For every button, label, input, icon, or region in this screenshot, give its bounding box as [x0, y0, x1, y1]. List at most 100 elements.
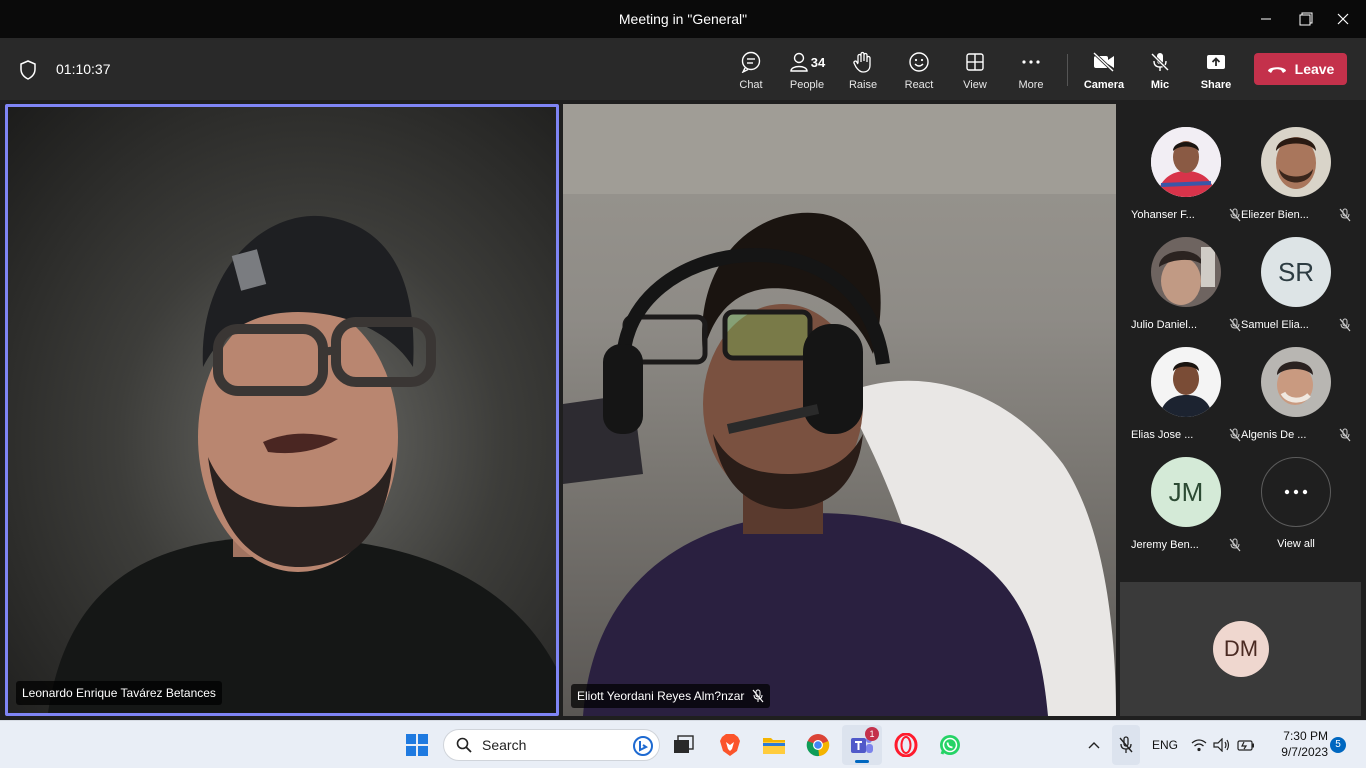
folder-icon	[763, 738, 785, 754]
self-view[interactable]: DM	[1120, 582, 1361, 716]
grid-view-icon	[966, 53, 984, 71]
people-count: 34	[810, 54, 826, 70]
restore-icon	[1299, 12, 1313, 26]
whatsapp-app[interactable]	[930, 725, 970, 765]
avatar-initials: SR	[1261, 237, 1331, 307]
mic-off-icon	[1229, 538, 1241, 552]
react-button[interactable]: React	[891, 50, 947, 94]
gallery-participant[interactable]: SR Samuel Elia...	[1241, 219, 1351, 332]
avatar-initials: JM	[1151, 457, 1221, 527]
mic-off-icon	[752, 689, 764, 703]
wifi-icon	[1191, 739, 1207, 752]
chat-icon	[741, 51, 761, 73]
avatar	[1151, 127, 1221, 197]
view-button[interactable]: View	[947, 50, 1003, 94]
taskbar-search[interactable]: Search	[443, 729, 660, 761]
tray-mic-button[interactable]	[1112, 725, 1140, 765]
search-icon	[456, 737, 472, 753]
gallery-participant[interactable]: Julio Daniel...	[1131, 219, 1241, 332]
file-explorer-app[interactable]	[754, 725, 794, 765]
hang-up-icon	[1267, 67, 1286, 73]
more-icon	[1022, 60, 1040, 64]
shield-icon[interactable]	[19, 60, 37, 85]
leave-label: Leave	[1294, 61, 1335, 77]
participant-nameplate: Leonardo Enrique Tavárez Betances	[16, 681, 222, 705]
whatsapp-icon	[940, 735, 960, 755]
quick-settings-button[interactable]	[1190, 725, 1256, 765]
view-all-button[interactable]: View all	[1241, 439, 1351, 550]
leave-button[interactable]: Leave	[1254, 53, 1347, 85]
meeting-timer: 01:10:37	[56, 61, 111, 77]
gallery-participant[interactable]: Eliezer Bien...	[1241, 109, 1351, 222]
windows-taskbar: Search 1 ENG 7:30 PM 9/7/2023 5	[0, 720, 1366, 768]
close-icon	[1337, 13, 1349, 25]
view-all-row: View all	[1241, 538, 1351, 550]
people-button[interactable]: 34 People	[779, 50, 835, 94]
raise-hand-icon	[853, 51, 871, 73]
smiley-icon	[909, 52, 929, 72]
title-bar: Meeting in "General"	[0, 0, 1366, 38]
camera-off-icon	[1092, 51, 1115, 73]
brave-browser-app[interactable]	[710, 725, 750, 765]
gallery-participant[interactable]: Yohanser F...	[1131, 109, 1241, 222]
gallery-participant[interactable]: Elias Jose ...	[1131, 329, 1241, 442]
notification-count-badge[interactable]: 5	[1330, 737, 1346, 753]
teams-app[interactable]: 1	[842, 725, 882, 765]
opera-icon	[894, 733, 918, 757]
active-indicator	[855, 760, 869, 763]
start-button[interactable]	[397, 725, 437, 765]
participant-nameplate: Eliott Yeordani Reyes Alm?nzar	[571, 684, 771, 708]
share-label: Share	[1200, 79, 1232, 91]
gallery-participant[interactable]: JM Jeremy Ben...	[1131, 439, 1241, 552]
search-placeholder: Search	[482, 737, 527, 753]
close-button[interactable]	[1320, 0, 1366, 38]
view-label: View	[963, 79, 987, 91]
more-button[interactable]: More	[1003, 50, 1059, 94]
participant-gallery: Yohanser F... Eliezer Bien... Julio Dani…	[1120, 104, 1366, 578]
raise-hand-button[interactable]: Raise	[835, 50, 891, 94]
chrome-app[interactable]	[798, 725, 838, 765]
more-icon	[1261, 457, 1331, 527]
participant-name: Jeremy Ben...	[1131, 539, 1199, 551]
self-avatar-initials: DM	[1213, 621, 1269, 677]
people-icon	[790, 52, 808, 72]
input-language[interactable]: ENG	[1152, 738, 1178, 752]
chat-button[interactable]: Chat	[723, 50, 779, 94]
windows-logo-icon	[406, 734, 428, 756]
opera-app[interactable]	[886, 725, 926, 765]
share-button[interactable]: Share	[1188, 50, 1244, 94]
share-screen-icon	[1207, 55, 1225, 69]
battery-icon	[1237, 740, 1254, 751]
view-all-label: View all	[1277, 538, 1315, 550]
mic-button[interactable]: Mic	[1132, 50, 1188, 94]
avatar	[1151, 347, 1221, 417]
avatar	[1261, 347, 1331, 417]
task-view-button[interactable]	[664, 725, 704, 765]
minimize-icon	[1261, 18, 1271, 20]
video-tile-participant[interactable]: Eliott Yeordani Reyes Alm?nzar	[563, 104, 1116, 716]
show-hidden-icons-button[interactable]	[1082, 725, 1106, 765]
gallery-participant[interactable]: Algenis De ...	[1241, 329, 1351, 442]
camera-label: Camera	[1083, 79, 1125, 91]
react-label: React	[904, 79, 934, 91]
participant-video	[48, 215, 556, 713]
bing-icon	[633, 736, 653, 756]
participant-name: Leonardo Enrique Tavárez Betances	[22, 686, 216, 700]
video-tile-active-speaker[interactable]: Leonardo Enrique Tavárez Betances	[5, 104, 559, 716]
mic-off-icon	[1119, 736, 1133, 753]
toolbar-divider	[1067, 54, 1068, 86]
participant-name: Eliott Yeordani Reyes Alm?nzar	[577, 689, 745, 703]
gallery-name-row: Jeremy Ben...	[1131, 538, 1241, 552]
avatar	[1151, 237, 1221, 307]
task-view-icon	[674, 735, 694, 753]
camera-button[interactable]: Camera	[1076, 50, 1132, 94]
chevron-up-icon	[1088, 742, 1100, 749]
taskbar-clock[interactable]: 7:30 PM 9/7/2023	[1266, 728, 1328, 760]
chat-label: Chat	[739, 79, 763, 91]
participant-video	[563, 104, 1116, 716]
raise-label: Raise	[848, 79, 878, 91]
brave-lion-icon	[720, 734, 740, 756]
more-label: More	[1018, 79, 1044, 91]
window-title: Meeting in "General"	[618, 11, 748, 27]
people-label: People	[789, 79, 825, 91]
